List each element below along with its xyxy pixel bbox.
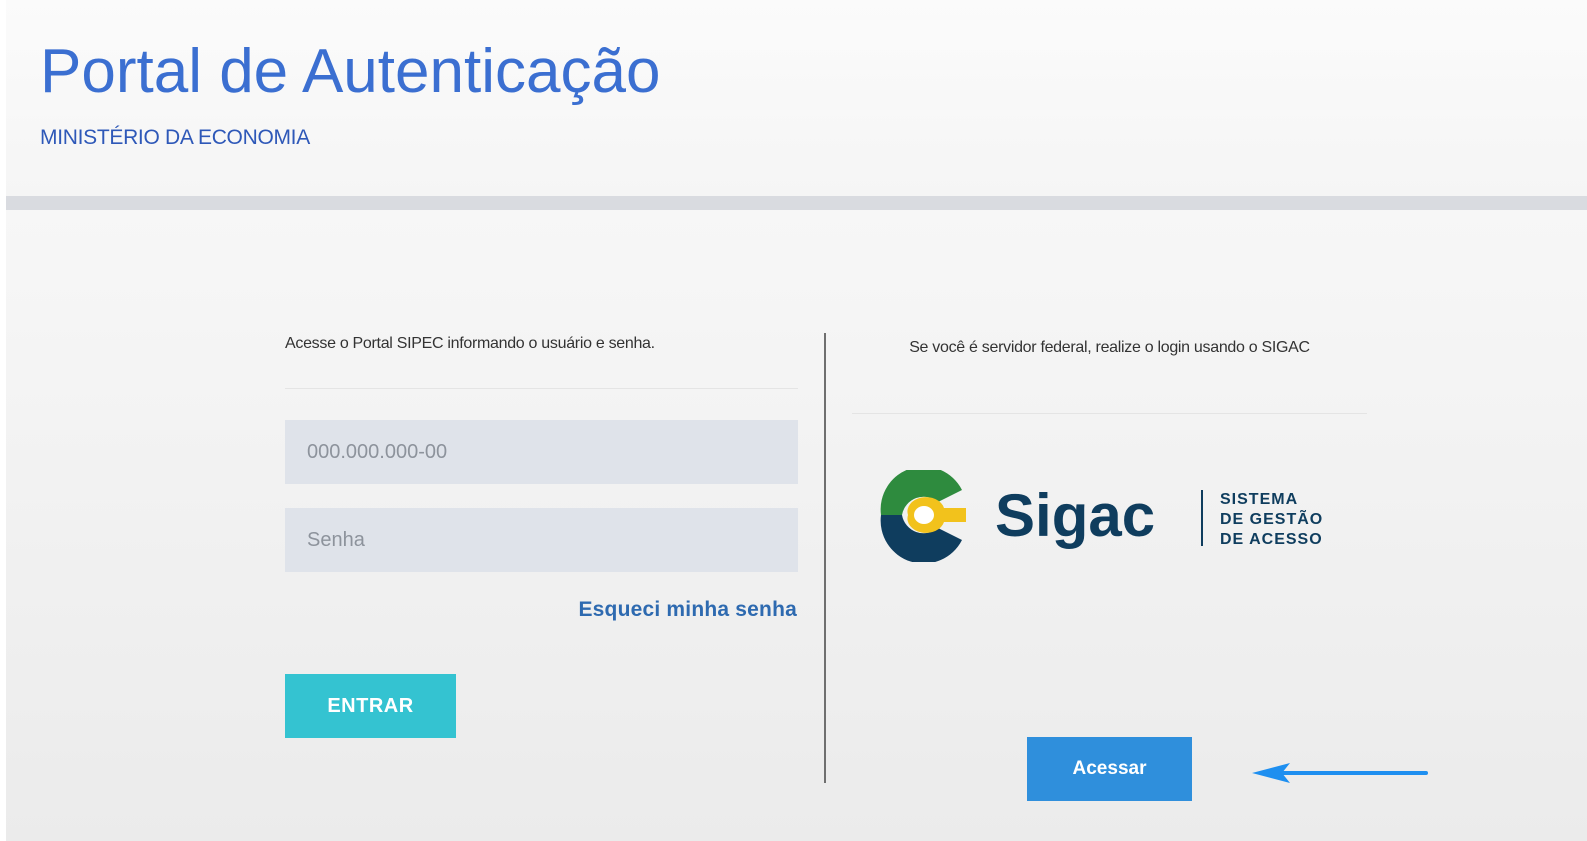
sigac-tagline-line-1: SISTEMA (1220, 491, 1298, 508)
sigac-wordmark: Sigac (995, 482, 1155, 549)
acessar-button[interactable]: Acessar (1027, 737, 1192, 801)
cpf-input[interactable] (285, 420, 798, 484)
sigac-tagline-line-2: DE GESTÃO (1220, 508, 1323, 528)
header-divider-bar (6, 196, 1587, 210)
page: Portal de Autenticação MINISTÉRIO DA ECO… (0, 0, 1587, 841)
sigac-logo-graphic: Sigac SISTEMA DE GESTÃO DE ACESSO (880, 466, 1323, 564)
vertical-divider (824, 333, 826, 783)
right-divider (852, 413, 1367, 414)
entrar-button[interactable]: ENTRAR (285, 674, 456, 738)
header: Portal de Autenticação MINISTÉRIO DA ECO… (6, 0, 1587, 196)
arrow-left-icon (1252, 763, 1428, 783)
login-intro-text: Acesse o Portal SIPEC informando o usuár… (285, 335, 655, 352)
sigac-tagline-line-3: DE ACESSO (1220, 531, 1323, 548)
page-title: Portal de Autenticação (40, 37, 661, 106)
sigac-intro-text: Se você é servidor federal, realize o lo… (909, 339, 1310, 356)
page-subtitle: MINISTÉRIO DA ECONOMIA (40, 126, 310, 149)
left-divider (285, 388, 798, 389)
forgot-password-link[interactable]: Esqueci minha senha (578, 598, 797, 622)
password-input[interactable] (285, 508, 798, 572)
sigac-logo: Sigac SISTEMA DE GESTÃO DE ACESSO (878, 466, 1348, 564)
sigac-logo-icon (880, 466, 966, 564)
